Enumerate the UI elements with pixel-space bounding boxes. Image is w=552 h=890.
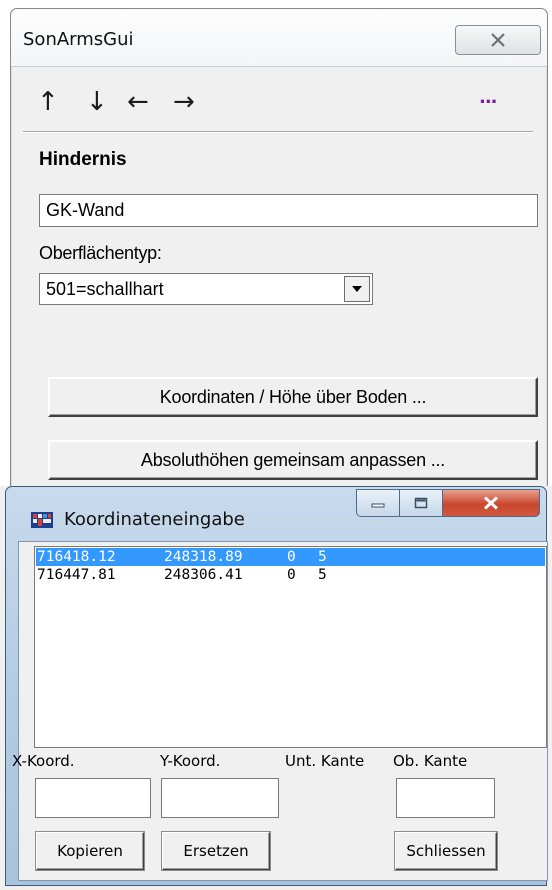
minimize-button[interactable] [356,489,400,517]
absolute-heights-button[interactable]: Absoluthöhen gemeinsam anpassen ... [48,440,538,480]
upper-edge-input[interactable] [396,778,495,818]
move-up-button[interactable]: ↑ [37,87,59,117]
list-item-y: 248318.89 [164,549,243,565]
list-item[interactable]: 716418.12 248318.89 0 5 [36,548,545,566]
upper-edge-label: Ob. Kante [393,752,468,770]
sonarmsgui-titlebar[interactable]: SonArmsGui [11,9,547,67]
list-item-x: 716418.12 [37,549,116,565]
sonarmsgui-window: SonArmsGui ↑ ↓ ← → ... Hindernis Oberflä… [10,8,548,508]
replace-button[interactable]: Ersetzen [162,832,270,870]
coordinates-height-button[interactable]: Koordinaten / Höhe über Boden ... [48,377,538,417]
more-button[interactable]: ... [479,87,497,108]
surface-type-value: 501=schallhart [46,279,164,299]
list-item-upper: 5 [318,567,327,583]
list-item-lower: 0 [287,549,296,565]
dialog-client-area: 716418.12 248318.89 0 5 716447.81 248306… [12,541,548,881]
coordinate-dialog: Koordinateneingabe 716418.12 248318.89 0… [0,486,552,890]
move-down-button[interactable]: ↓ [86,87,108,117]
maximize-button[interactable] [399,489,443,517]
lower-edge-label: Unt. Kante [285,752,365,770]
list-item[interactable]: 716447.81 248306.41 0 5 [36,566,545,584]
x-coord-label: X-Koord. [12,752,75,770]
dropdown-button[interactable] [344,276,370,302]
y-coord-label: Y-Koord. [160,752,221,770]
chevron-down-icon [352,286,362,292]
window-title: SonArmsGui [23,29,134,50]
x-coord-input[interactable] [35,778,151,818]
maximize-icon [414,497,428,509]
toolbar-separator [23,131,533,133]
list-item-x: 716447.81 [37,567,116,583]
move-left-button[interactable]: ← [127,87,149,117]
list-item-upper: 5 [318,549,327,565]
y-coord-input[interactable] [161,778,279,818]
close-window-button[interactable] [455,25,541,55]
dialog-title: Koordinateneingabe [64,509,245,530]
close-icon [491,33,505,47]
app-icon [31,512,53,528]
section-heading: Hindernis [39,149,127,170]
minimize-icon [371,503,385,508]
list-item-lower: 0 [287,567,296,583]
surface-type-label: Oberflächentyp: [39,243,162,263]
list-item-y: 248306.41 [164,567,243,583]
surface-type-select[interactable]: 501=schallhart [39,273,373,305]
dialog-close-button[interactable] [442,489,540,517]
move-right-button[interactable]: → [173,87,195,117]
copy-button[interactable]: Kopieren [36,832,144,870]
close-icon [483,496,499,510]
coordinate-list[interactable]: 716418.12 248318.89 0 5 716447.81 248306… [34,546,547,748]
close-dialog-button[interactable]: Schliessen [395,832,497,870]
coordinate-dialog-frame: Koordinateneingabe 716418.12 248318.89 0… [5,486,548,886]
obstacle-name-input[interactable] [39,194,538,227]
toolbar: ↑ ↓ ← → ... [31,81,531,131]
